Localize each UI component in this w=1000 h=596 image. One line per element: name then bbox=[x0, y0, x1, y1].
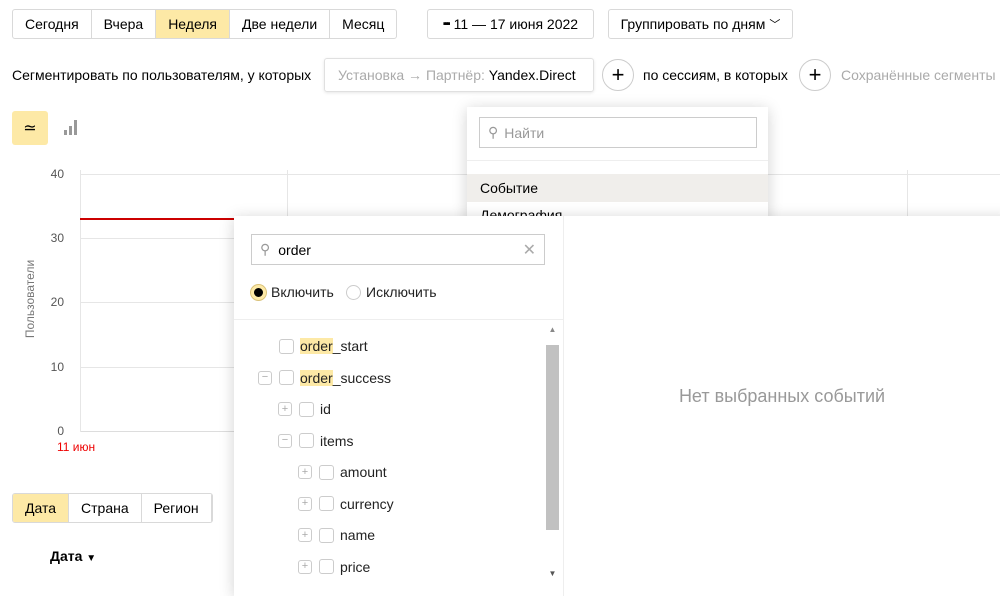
sessions-label: по сессиям, в которых bbox=[643, 67, 788, 83]
checkbox[interactable] bbox=[319, 496, 334, 511]
event-item[interactable]: + id bbox=[278, 398, 331, 420]
period-two-weeks[interactable]: Две недели bbox=[230, 10, 331, 38]
condition-key: Установка → Партнёр: bbox=[338, 67, 485, 83]
condition-value: Yandex.Direct bbox=[488, 67, 576, 83]
expand-icon[interactable]: + bbox=[298, 496, 312, 511]
tab-country[interactable]: Страна bbox=[69, 494, 142, 522]
event-label: id bbox=[320, 401, 331, 417]
date-range-button[interactable]: ▪▪▪ 11 — 17 июня 2022 bbox=[427, 9, 594, 39]
event-item[interactable]: − items bbox=[278, 430, 353, 452]
add-session-condition-button[interactable]: + bbox=[799, 59, 831, 91]
period-week[interactable]: Неделя bbox=[156, 10, 231, 38]
date-range-label: 11 — 17 июня 2022 bbox=[453, 16, 579, 32]
event-label: order_start bbox=[300, 338, 368, 354]
event-label: items bbox=[320, 432, 354, 449]
add-user-condition-button[interactable]: + bbox=[602, 59, 634, 91]
checkbox[interactable] bbox=[319, 464, 334, 480]
y-tick: 0 bbox=[57, 424, 64, 438]
event-label: amount bbox=[340, 464, 387, 480]
scrollbar[interactable]: ▲ ▼ bbox=[545, 325, 560, 578]
event-label: name bbox=[340, 527, 376, 543]
y-tick: 40 bbox=[50, 167, 64, 181]
search-icon: ⚲ bbox=[488, 124, 499, 140]
group-by-label: Группировать по дням bbox=[620, 16, 766, 32]
event-item[interactable]: − order_success bbox=[258, 367, 391, 389]
event-search-input[interactable]: ⚲ order ✕ bbox=[251, 234, 545, 265]
tab-date[interactable]: Дата bbox=[13, 494, 70, 522]
checkbox[interactable] bbox=[319, 527, 334, 543]
sort-down-icon: ▼ bbox=[86, 553, 97, 564]
x-tick: 11 июн bbox=[57, 440, 96, 454]
dimension-tabs: Дата Страна Регион bbox=[12, 493, 213, 523]
event-item[interactable]: order_start bbox=[258, 335, 368, 357]
menu-search-input[interactable]: ⚲ Найти bbox=[479, 117, 757, 148]
checkbox[interactable] bbox=[299, 401, 314, 417]
group-by-dropdown[interactable]: Группировать по дням ﹀ bbox=[608, 9, 793, 39]
y-axis-label: Пользователи bbox=[23, 259, 37, 339]
chevron-down-icon: ﹀ bbox=[769, 19, 781, 31]
event-item[interactable]: + currency bbox=[298, 493, 394, 515]
y-tick: 10 bbox=[50, 360, 64, 374]
event-label: price bbox=[340, 558, 371, 575]
clear-icon[interactable]: ✕ bbox=[523, 240, 536, 260]
checkbox[interactable] bbox=[319, 559, 334, 574]
event-picker: ⚲ order ✕ Включить Исключить order_start −… bbox=[234, 216, 1000, 596]
event-label: currency bbox=[340, 495, 394, 512]
menu-item-event[interactable]: Событие bbox=[467, 174, 768, 202]
date-column-header[interactable]: Дата ▼ bbox=[50, 548, 96, 564]
calendar-icon: ▪▪▪ bbox=[442, 18, 451, 30]
event-label: order_success bbox=[300, 369, 392, 386]
event-item[interactable]: + name bbox=[298, 524, 375, 546]
search-icon: ⚲ bbox=[260, 241, 271, 257]
expand-icon[interactable]: + bbox=[298, 559, 312, 574]
expand-icon[interactable]: + bbox=[298, 528, 312, 542]
period-month[interactable]: Месяц bbox=[330, 10, 396, 38]
collapse-icon[interactable]: − bbox=[278, 433, 292, 448]
collapse-icon[interactable]: − bbox=[258, 370, 272, 385]
line-chart-icon[interactable]: ≃ bbox=[12, 111, 48, 145]
expand-icon[interactable]: + bbox=[298, 465, 312, 479]
checkbox[interactable] bbox=[279, 370, 294, 385]
include-radio[interactable]: Включить bbox=[251, 281, 334, 303]
segment-label: Сегментировать по пользователям, у котор… bbox=[12, 67, 312, 83]
period-today[interactable]: Сегодня bbox=[13, 10, 92, 38]
y-tick: 30 bbox=[50, 231, 64, 245]
segment-condition[interactable]: Установка → Партнёр: Yandex.Direct bbox=[324, 58, 594, 92]
checkbox[interactable] bbox=[299, 433, 314, 448]
saved-segments-link[interactable]: Сохранённые сегменты bbox=[841, 67, 996, 83]
checkbox[interactable] bbox=[279, 338, 294, 354]
expand-icon[interactable]: + bbox=[278, 402, 292, 416]
exclude-radio[interactable]: Исключить bbox=[346, 281, 437, 303]
condition-menu: ⚲ Найти Событие Демография bbox=[467, 107, 768, 227]
tab-region[interactable]: Регион bbox=[142, 494, 212, 522]
empty-state: Нет выбранных событий bbox=[678, 386, 886, 406]
y-tick: 20 bbox=[50, 295, 64, 309]
bar-chart-icon[interactable] bbox=[64, 120, 77, 135]
event-item[interactable]: + price bbox=[298, 556, 370, 578]
period-selector: Сегодня Вчера Неделя Две недели Месяц bbox=[12, 9, 398, 39]
period-yesterday[interactable]: Вчера bbox=[92, 10, 157, 38]
event-item[interactable]: + amount bbox=[298, 461, 387, 483]
